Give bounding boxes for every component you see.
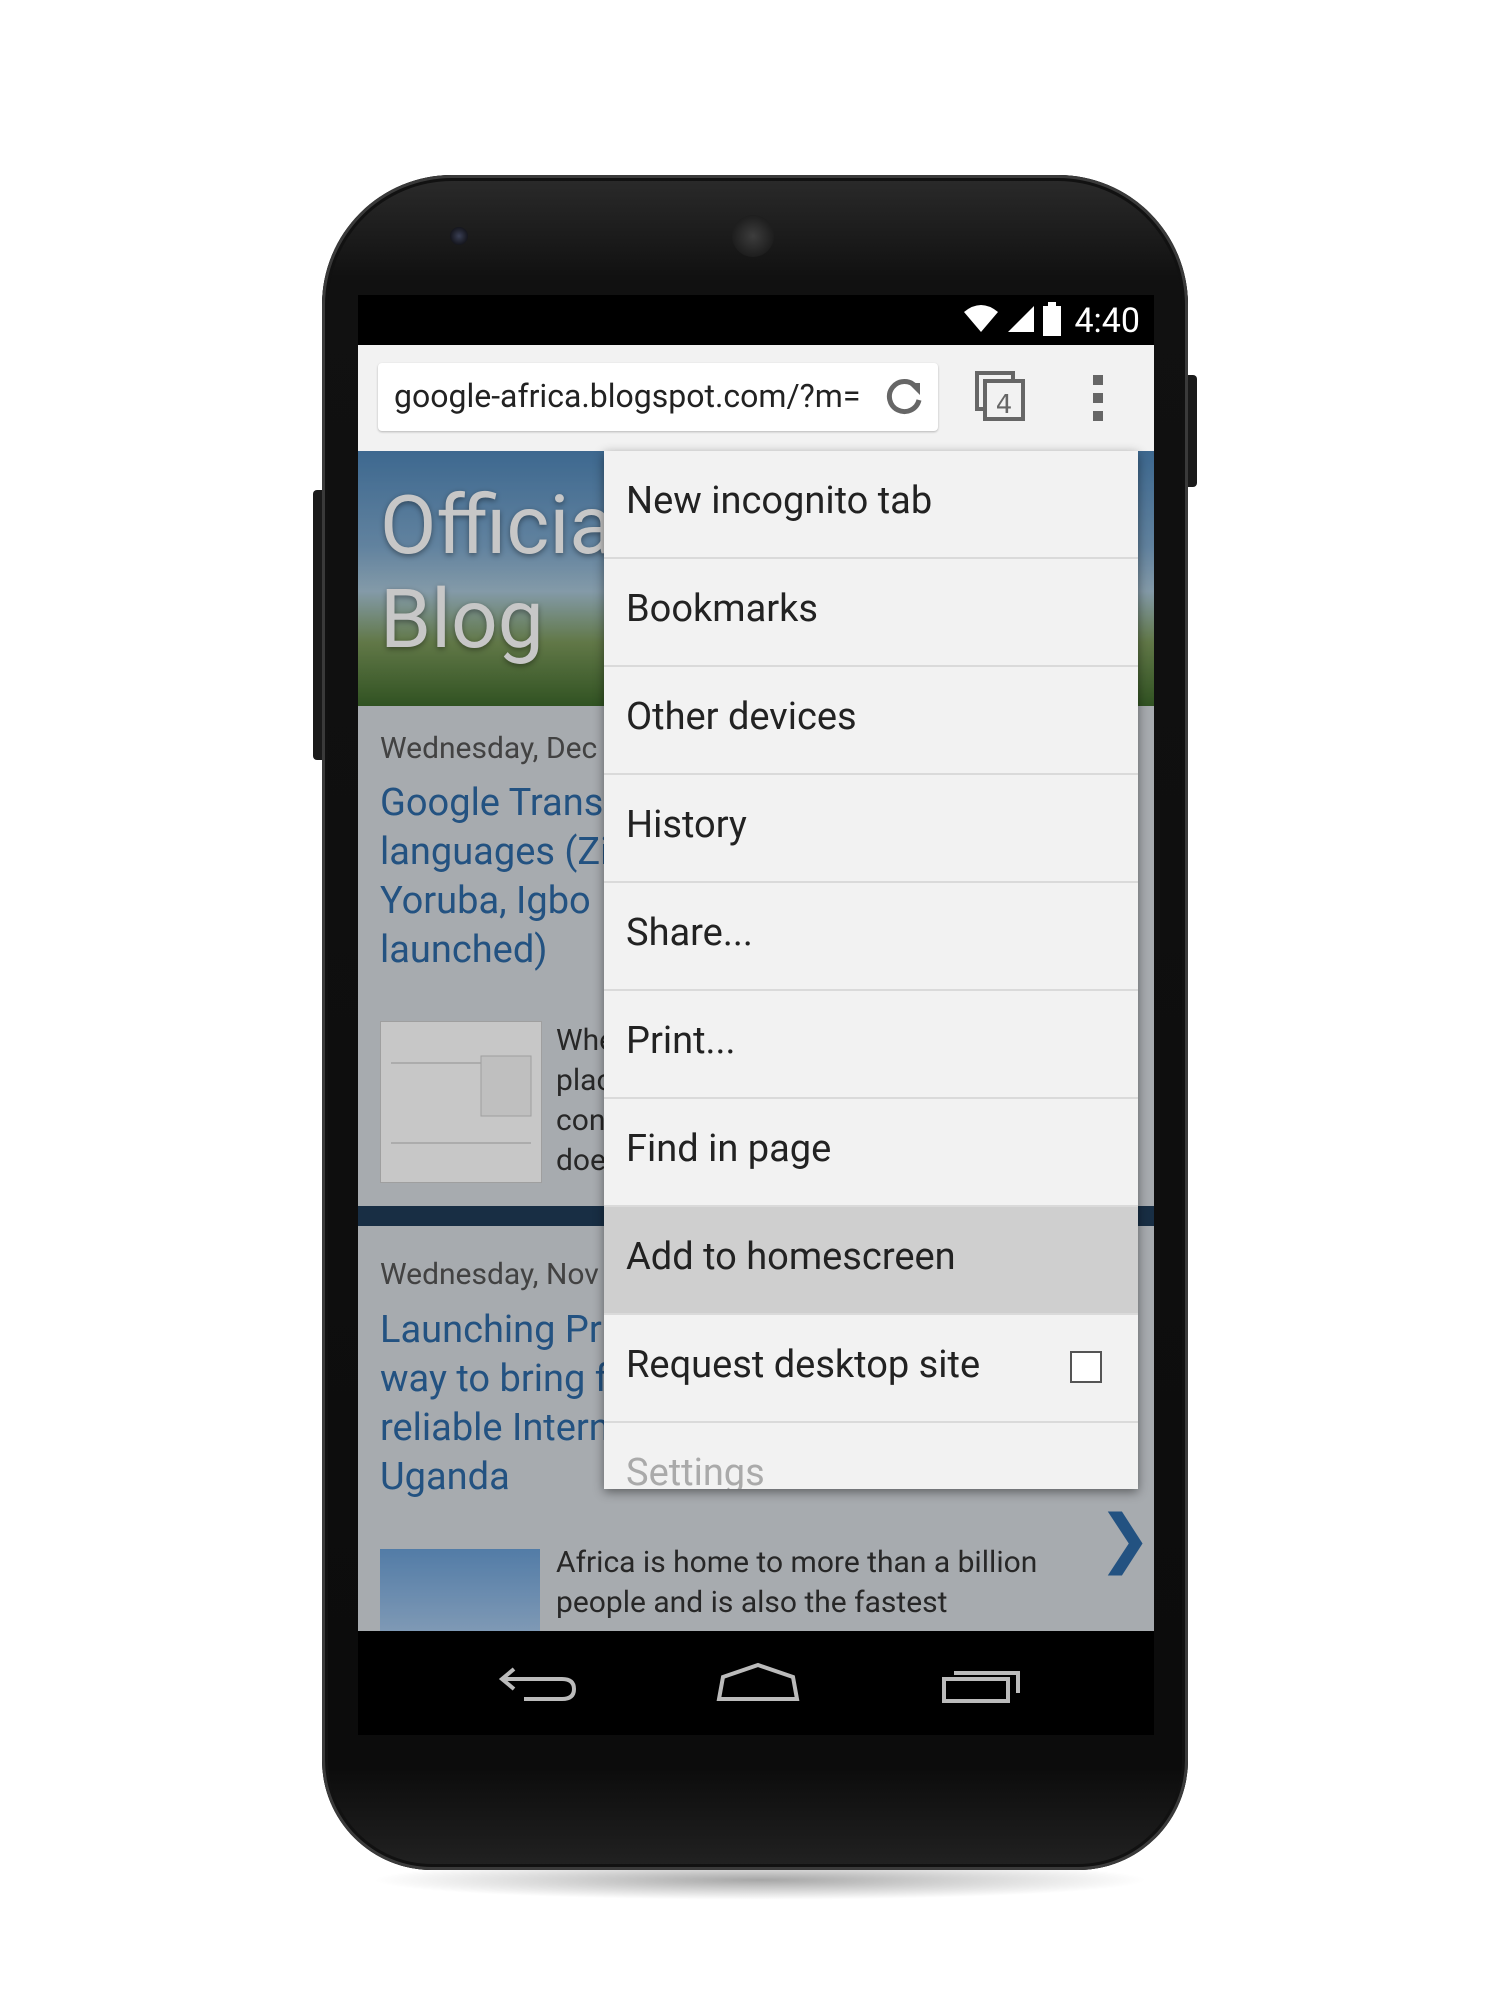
overflow-menu-icon[interactable] — [1086, 371, 1110, 427]
menu-item-label: Settings — [626, 1451, 765, 1489]
menu-item-label: Other devices — [626, 695, 857, 739]
home-icon[interactable] — [713, 1659, 803, 1709]
menu-item-label: Bookmarks — [626, 587, 819, 631]
menu-item-label: Find in page — [626, 1127, 832, 1171]
front-camera — [450, 227, 468, 245]
menu-item-print[interactable]: Print... — [604, 991, 1138, 1099]
tab-switcher-button[interactable]: 4 — [973, 369, 1029, 425]
menu-item-label: History — [626, 803, 747, 847]
tab-count: 4 — [996, 390, 1013, 420]
screen: 4:40 google-africa.blogspot.com/?m= 4 Of… — [358, 295, 1154, 1735]
earpiece-speaker — [732, 215, 774, 257]
menu-item-find-in-page[interactable]: Find in page — [604, 1099, 1138, 1207]
wifi-icon — [962, 304, 1000, 338]
menu-item-label: New incognito tab — [626, 479, 933, 523]
omnibox[interactable]: google-africa.blogspot.com/?m= — [378, 363, 938, 431]
phone-body: 4:40 google-africa.blogspot.com/?m= 4 Of… — [322, 175, 1188, 1870]
menu-item-request-desktop-site[interactable]: Request desktop site — [604, 1315, 1138, 1423]
menu-item-share[interactable]: Share... — [604, 883, 1138, 991]
menu-item-add-to-homescreen[interactable]: Add to homescreen — [604, 1207, 1138, 1315]
menu-item-other-devices[interactable]: Other devices — [604, 667, 1138, 775]
overflow-menu: New incognito tab Bookmarks Other device… — [604, 451, 1138, 1489]
menu-item-label: Print... — [626, 1019, 736, 1063]
menu-item-label: Request desktop site — [626, 1343, 981, 1387]
recent-apps-icon[interactable] — [938, 1659, 1028, 1709]
clock: 4:40 — [1074, 301, 1140, 341]
reload-icon[interactable] — [880, 373, 928, 421]
menu-item-history[interactable]: History — [604, 775, 1138, 883]
browser-toolbar: google-africa.blogspot.com/?m= 4 — [358, 345, 1154, 452]
signal-icon — [1006, 304, 1036, 338]
navigation-bar — [358, 1631, 1154, 1735]
menu-item-label: Add to homescreen — [626, 1235, 956, 1279]
request-desktop-site-checkbox[interactable] — [1070, 1351, 1102, 1383]
menu-item-new-incognito-tab[interactable]: New incognito tab — [604, 451, 1138, 559]
menu-item-label: Share... — [626, 911, 753, 955]
back-icon[interactable] — [494, 1659, 584, 1709]
menu-item-bookmarks[interactable]: Bookmarks — [604, 559, 1138, 667]
menu-item-settings[interactable]: Settings — [604, 1423, 1138, 1489]
status-bar: 4:40 — [358, 295, 1154, 345]
battery-icon — [1042, 302, 1062, 340]
url-text[interactable]: google-africa.blogspot.com/?m= — [394, 377, 864, 415]
